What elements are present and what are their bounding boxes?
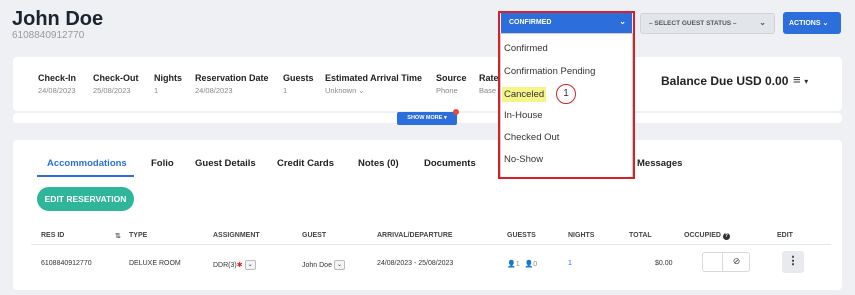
- nights-label: Nights: [154, 73, 182, 83]
- row-res-id: 6108840912770: [41, 260, 92, 267]
- checkout-value: 25/08/2023: [93, 86, 131, 95]
- row-type: DELUXE ROOM: [129, 260, 181, 267]
- chevron-down-icon: ⌄: [759, 18, 766, 27]
- col-header-occupied: OCCUPIED ?: [684, 232, 730, 240]
- edit-reservation-button[interactable]: EDIT RESERVATION: [37, 187, 134, 211]
- required-star-icon: ✱: [236, 261, 243, 269]
- arrival-time-text: Unknown: [325, 86, 357, 95]
- guests-value: 1: [283, 86, 288, 95]
- checkout-label: Check-Out: [93, 73, 139, 83]
- annotation-step-badge: 1: [556, 84, 576, 104]
- guest-name: John Doe: [12, 8, 104, 30]
- row-total: $0.00: [655, 260, 673, 267]
- checkout-col: Check-Out 25/08/2023: [93, 73, 139, 95]
- occupied-label: OCCUPIED: [684, 232, 721, 239]
- reservation-summary: Check-In 24/08/2023 Check-Out 25/08/2023…: [13, 57, 842, 111]
- actions-button[interactable]: ACTIONS ⌄: [783, 12, 841, 34]
- show-more-label: SHOW MORE: [407, 115, 443, 121]
- rate-label: Rate: [479, 73, 499, 83]
- child-icon: 👤: [524, 261, 534, 268]
- row-guest[interactable]: John Doe ⌄: [302, 260, 345, 270]
- guest-text: John Doe: [302, 261, 332, 269]
- col-header-res-id[interactable]: RES ID: [41, 232, 64, 239]
- col-header-guests: GUESTS: [507, 232, 536, 239]
- guest-status-select[interactable]: – SELECT GUEST STATUS – ⌄: [640, 13, 775, 34]
- arrival-time-label: Estimated Arrival Time: [325, 73, 423, 83]
- row-nights[interactable]: 1: [568, 260, 572, 267]
- actions-label: ACTIONS: [789, 20, 821, 27]
- show-more-button[interactable]: SHOW MORE ▾: [397, 112, 457, 125]
- nights-value: 1: [154, 86, 159, 95]
- sort-icon[interactable]: ⇅: [115, 232, 121, 240]
- col-header-nights: NIGHTS: [568, 232, 595, 239]
- col-header-total: TOTAL: [629, 232, 652, 239]
- row-arrival-departure: 24/08/2023 - 25/08/2023: [377, 260, 454, 267]
- col-header-guest: GUEST: [302, 232, 327, 239]
- arrival-time-value[interactable]: Unknown ⌄: [325, 86, 422, 95]
- chevron-down-icon: ⌄: [822, 20, 829, 27]
- reservation-number: 6108840912770: [12, 30, 85, 41]
- tab-accommodations[interactable]: Accommodations: [47, 158, 127, 169]
- reservation-date-col: Reservation Date 24/08/2023: [195, 73, 269, 95]
- reservation-date-label: Reservation Date: [195, 73, 269, 83]
- tab-documents[interactable]: Documents: [424, 158, 476, 169]
- guest-dropdown[interactable]: ⌄: [333, 260, 345, 270]
- reservation-date-value: 24/08/2023: [195, 86, 233, 95]
- chevron-down-icon: ⌄: [358, 86, 365, 95]
- tab-folio[interactable]: Folio: [151, 158, 174, 169]
- nights-col: Nights 1: [154, 73, 182, 95]
- col-header-type: TYPE: [129, 232, 148, 239]
- guest-status-placeholder: – SELECT GUEST STATUS –: [649, 20, 737, 27]
- notification-dot-icon: [453, 109, 459, 115]
- rate-col: Rate Base: [479, 73, 499, 95]
- kebab-menu-icon[interactable]: ⋮: [782, 251, 804, 273]
- adults-count: 1: [515, 261, 520, 268]
- tab-messages[interactable]: Messages: [637, 158, 682, 169]
- tab-guest-details[interactable]: Guest Details: [195, 158, 256, 169]
- col-header-assignment: ASSIGNMENT: [213, 232, 260, 239]
- source-value: Phone: [436, 86, 458, 95]
- active-tab-underline: [37, 175, 134, 177]
- adult-icon: 👤: [507, 261, 516, 268]
- guests-col: Guests 1: [283, 73, 314, 95]
- source-label: Source: [436, 73, 467, 83]
- row-assignment[interactable]: DDR(3)✱ ⌄: [213, 260, 256, 270]
- children-count: 0: [533, 261, 538, 268]
- hamburger-menu-icon[interactable]: ≡ ▾: [793, 72, 808, 87]
- assignment-dropdown[interactable]: ⌄: [244, 260, 256, 270]
- checkin-value: 24/08/2023: [38, 86, 76, 95]
- occupied-toggle[interactable]: ⊘: [702, 252, 750, 272]
- table-divider: [31, 244, 831, 245]
- col-header-arrival-departure: ARRIVAL/DEPARTURE: [377, 232, 453, 239]
- checkin-label: Check-In: [38, 73, 77, 83]
- assignment-text: DDR(3): [213, 261, 237, 269]
- tab-credit-cards[interactable]: Credit Cards: [277, 158, 334, 169]
- not-occupied-icon[interactable]: ⊘: [722, 253, 750, 271]
- row-guests: 👤1 👤0: [507, 260, 537, 268]
- guests-label: Guests: [283, 73, 314, 83]
- arrival-time-col: Estimated Arrival Time Unknown ⌄: [325, 73, 422, 95]
- source-col: Source Phone: [436, 73, 467, 95]
- balance-due: Balance Due USD 0.00: [661, 74, 789, 88]
- tab-notes[interactable]: Notes (0): [358, 158, 399, 169]
- help-icon[interactable]: ?: [722, 233, 730, 240]
- rate-value: Base: [479, 86, 497, 95]
- checkin-col: Check-In 24/08/2023: [38, 73, 76, 95]
- col-header-edit: EDIT: [777, 232, 793, 239]
